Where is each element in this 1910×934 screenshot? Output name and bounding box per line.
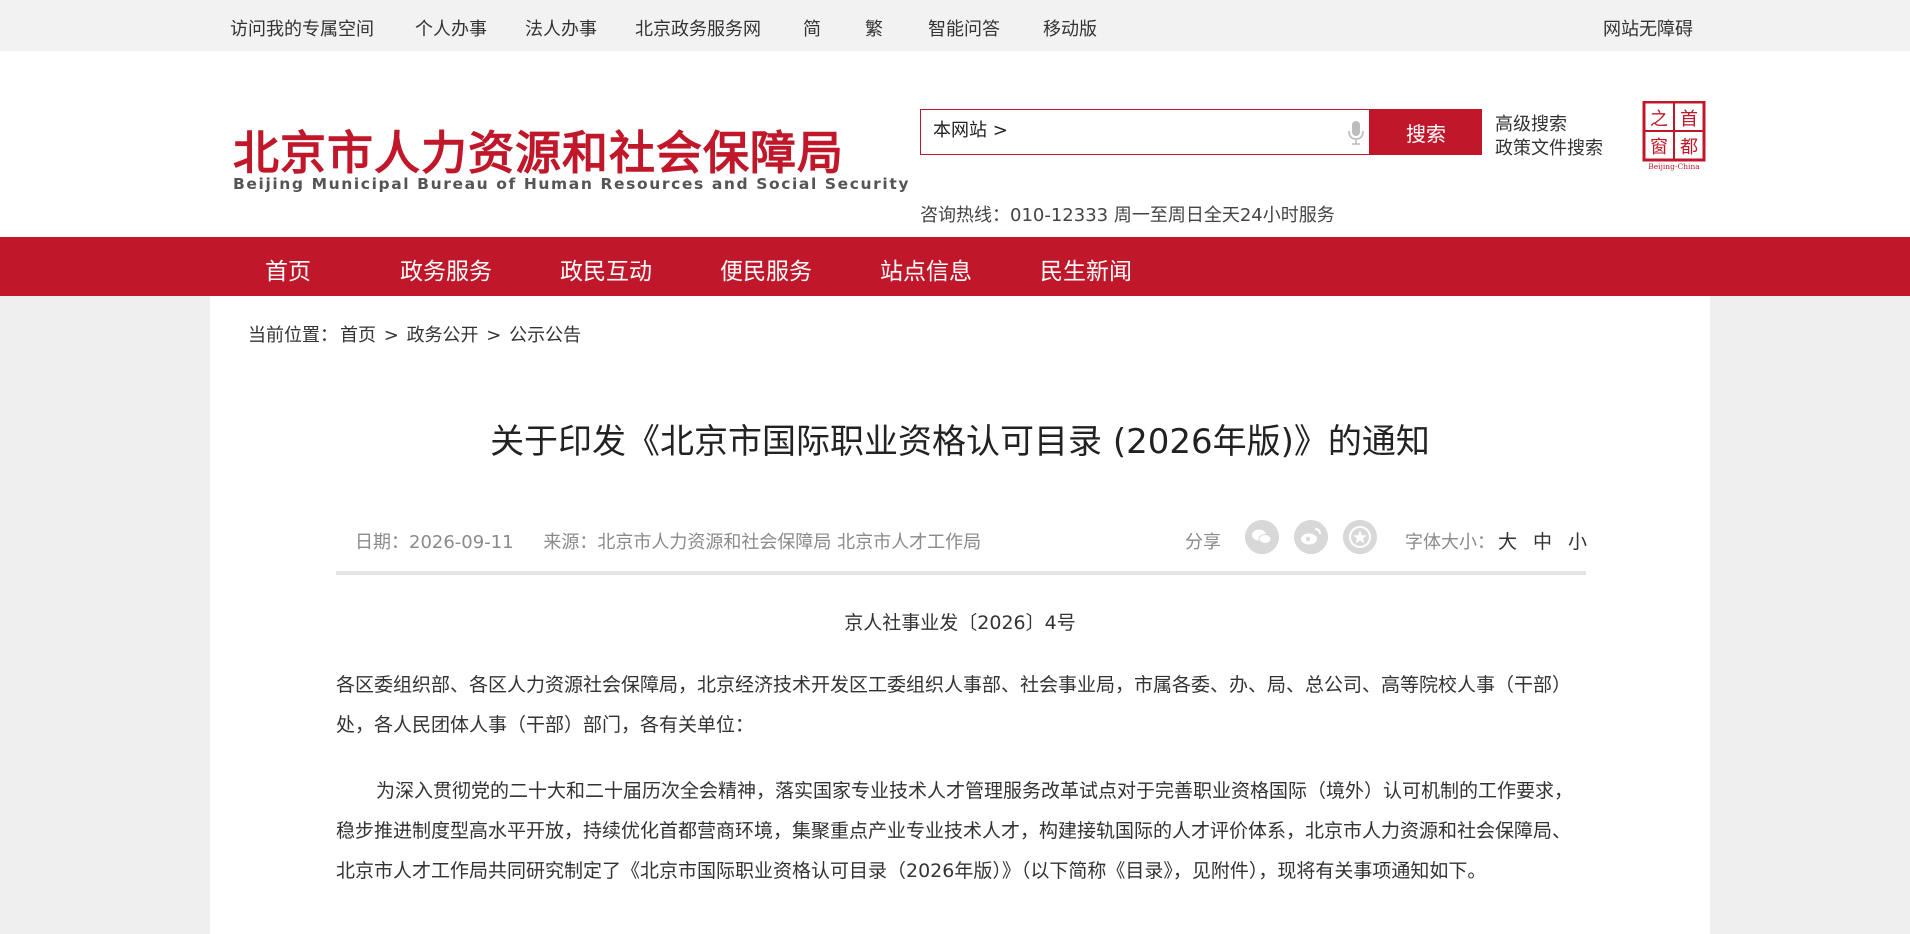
document-number: 京人社事业发〔2026〕4号: [844, 612, 1076, 634]
font-size-label: 字体大小：: [1405, 532, 1495, 553]
svg-text:窗: 窗: [1650, 137, 1668, 158]
font-size-medium[interactable]: 中: [1533, 527, 1552, 554]
nav-site-info[interactable]: 站点信息: [880, 252, 972, 286]
font-size-large[interactable]: 大: [1498, 527, 1517, 554]
nav-livelihood-news[interactable]: 民生新闻: [1040, 252, 1132, 286]
article-title: 关于印发《北京市国际职业资格认可目录 (2026年版)》的通知: [490, 422, 1430, 462]
advanced-search-link[interactable]: 高级搜索: [1495, 110, 1567, 136]
svg-text:Beijing-China: Beijing-China: [1648, 162, 1700, 171]
site-logo-chinese[interactable]: 北京市人力资源和社会保障局: [233, 117, 844, 183]
microphone-icon[interactable]: [1347, 120, 1365, 146]
article-container: 当前位置： 首页 > 政务公开 > 公示公告 关于印发《北京市国际职业资格认可目录…: [210, 296, 1710, 934]
article-date: 2026-09-11: [409, 532, 514, 553]
search-input[interactable]: [1021, 114, 1251, 150]
date-label: 日期：: [355, 532, 409, 553]
top-link-accessibility[interactable]: 网站无障碍: [1603, 15, 1693, 41]
article-paragraph: 为深入贯彻党的二十大和二十届历次全会精神，落实国家专业技术人才管理服务改革试点对…: [336, 780, 1574, 882]
top-link-corporate[interactable]: 法人办事: [525, 15, 597, 41]
svg-text:之: 之: [1650, 109, 1668, 130]
top-link-traditional[interactable]: 繁: [865, 15, 883, 41]
breadcrumb-sep: >: [486, 325, 502, 346]
search-box: 本网站 >: [920, 109, 1370, 155]
top-link-simplified[interactable]: 简: [803, 15, 821, 41]
meta-divider: [336, 571, 1586, 575]
nav-interaction[interactable]: 政民互动: [560, 252, 652, 286]
breadcrumb-gov-open[interactable]: 政务公开: [407, 325, 479, 346]
article-meta: 日期：2026-09-11 来源：北京市人力资源和社会保障局 北京市人才工作局: [355, 528, 981, 554]
breadcrumb-label: 当前位置：: [248, 325, 338, 346]
top-link-mobile[interactable]: 移动版: [1043, 15, 1097, 41]
search-scope-selector[interactable]: 本网站 >: [933, 116, 1008, 142]
nav-home[interactable]: 首页: [265, 252, 311, 286]
breadcrumb-notice[interactable]: 公示公告: [509, 325, 581, 346]
breadcrumb-sep: >: [383, 325, 399, 346]
nav-public-service[interactable]: 便民服务: [720, 252, 812, 286]
svg-text:首: 首: [1680, 109, 1698, 130]
capital-window-seal-icon[interactable]: 首 都 之 窗 Beijing-China: [1640, 101, 1708, 171]
wechat-icon[interactable]: [1245, 520, 1279, 554]
share-label: 分享: [1185, 532, 1221, 553]
search-button[interactable]: 搜索: [1370, 109, 1482, 155]
hotline-text: 咨询热线：010-12333 周一至周日全天24小时服务: [920, 205, 1335, 226]
svg-text:都: 都: [1680, 137, 1698, 158]
article-source: 北京市人力资源和社会保障局 北京市人才工作局: [597, 532, 982, 553]
breadcrumb-home[interactable]: 首页: [340, 325, 376, 346]
site-logo-english[interactable]: Beijing Municipal Bureau of Human Resour…: [233, 175, 910, 193]
top-link-my-space[interactable]: 访问我的专属空间: [230, 15, 374, 41]
source-label: 来源：: [543, 532, 598, 553]
policy-search-link[interactable]: 政策文件搜索: [1495, 134, 1603, 160]
font-size-small[interactable]: 小: [1568, 527, 1587, 554]
top-link-smart-qa[interactable]: 智能问答: [928, 15, 1000, 41]
breadcrumb: 当前位置： 首页 > 政务公开 > 公示公告: [248, 321, 583, 347]
favorite-star-icon[interactable]: [1343, 520, 1377, 554]
site-header: 北京市人力资源和社会保障局 Beijing Municipal Bureau o…: [0, 51, 1910, 237]
nav-gov-service[interactable]: 政务服务: [400, 252, 492, 286]
top-link-personal[interactable]: 个人办事: [415, 15, 487, 41]
weibo-icon[interactable]: [1294, 520, 1328, 554]
article-addressee: 各区委组织部、各区人力资源社会保障局，北京经济技术开发区工委组织人事部、社会事业…: [336, 674, 1572, 736]
main-nav: 首页 政务服务 政民互动 便民服务 站点信息 民生新闻: [0, 237, 1910, 296]
top-utility-bar: 访问我的专属空间 个人办事 法人办事 北京政务服务网 简 繁 智能问答 移动版 …: [0, 0, 1910, 51]
top-link-gov-service[interactable]: 北京政务服务网: [635, 15, 761, 41]
